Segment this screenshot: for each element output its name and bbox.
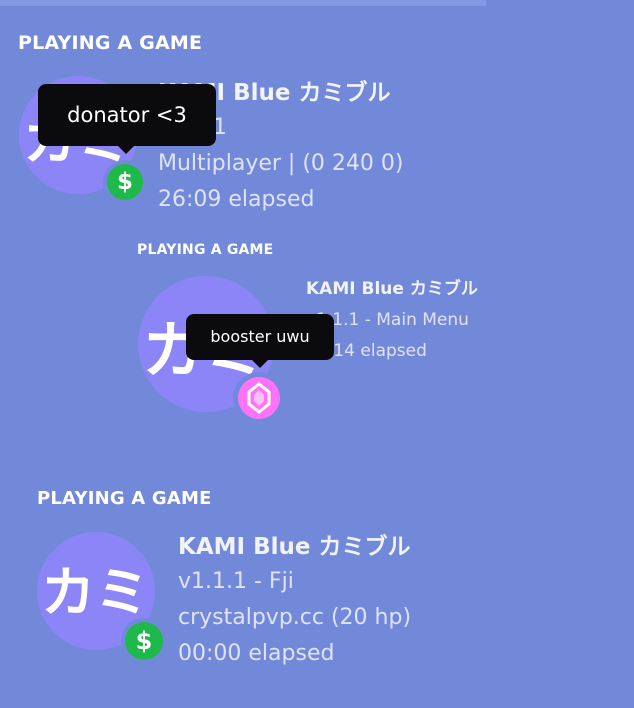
- card-heading: PLAYING A GAME: [137, 242, 274, 258]
- donator-badge[interactable]: $: [121, 618, 167, 664]
- donator-tooltip: donator <3: [38, 84, 216, 154]
- gem-icon: [238, 377, 280, 419]
- booster-badge[interactable]: [233, 372, 285, 424]
- avatar-text: カミ: [41, 561, 149, 624]
- dollar-icon: $: [107, 164, 143, 200]
- donator-badge[interactable]: $: [103, 160, 147, 204]
- activity-card-3: PLAYING A GAME カミ KAMI Blue カミブル v1.1.1 …: [0, 450, 634, 708]
- elapsed-time: 26:09 elapsed: [158, 187, 315, 212]
- dollar-icon: $: [125, 622, 163, 660]
- card-heading: PLAYING A GAME: [37, 488, 212, 509]
- game-state: Multiplayer | (0 240 0): [158, 151, 404, 176]
- activity-text: KAMI Blue カミブル v1.1.1 - Fji crystalpvp.c…: [178, 530, 411, 672]
- card-heading: PLAYING A GAME: [18, 32, 203, 54]
- tooltip-text: donator <3: [67, 103, 187, 127]
- game-title: KAMI Blue カミブル: [306, 279, 478, 299]
- booster-tooltip: booster uwu: [186, 314, 334, 368]
- tooltip-text: booster uwu: [210, 327, 310, 346]
- game-state: crystalpvp.cc (20 hp): [178, 605, 412, 630]
- game-details: v1.1.1 - Fji: [178, 569, 294, 594]
- tooltip-arrow: [252, 360, 268, 368]
- tooltip-arrow: [118, 146, 134, 154]
- activity-card-2: PLAYING A GAME カミ KAMI Blue カミブル v1.1.1 …: [0, 230, 634, 450]
- game-title: KAMI Blue カミブル: [178, 534, 411, 560]
- elapsed-time: 00:00 elapsed: [178, 641, 335, 666]
- activity-card-1: PLAYING A GAME カミ KAMI Blue カミブル v1.1.1 …: [0, 0, 634, 230]
